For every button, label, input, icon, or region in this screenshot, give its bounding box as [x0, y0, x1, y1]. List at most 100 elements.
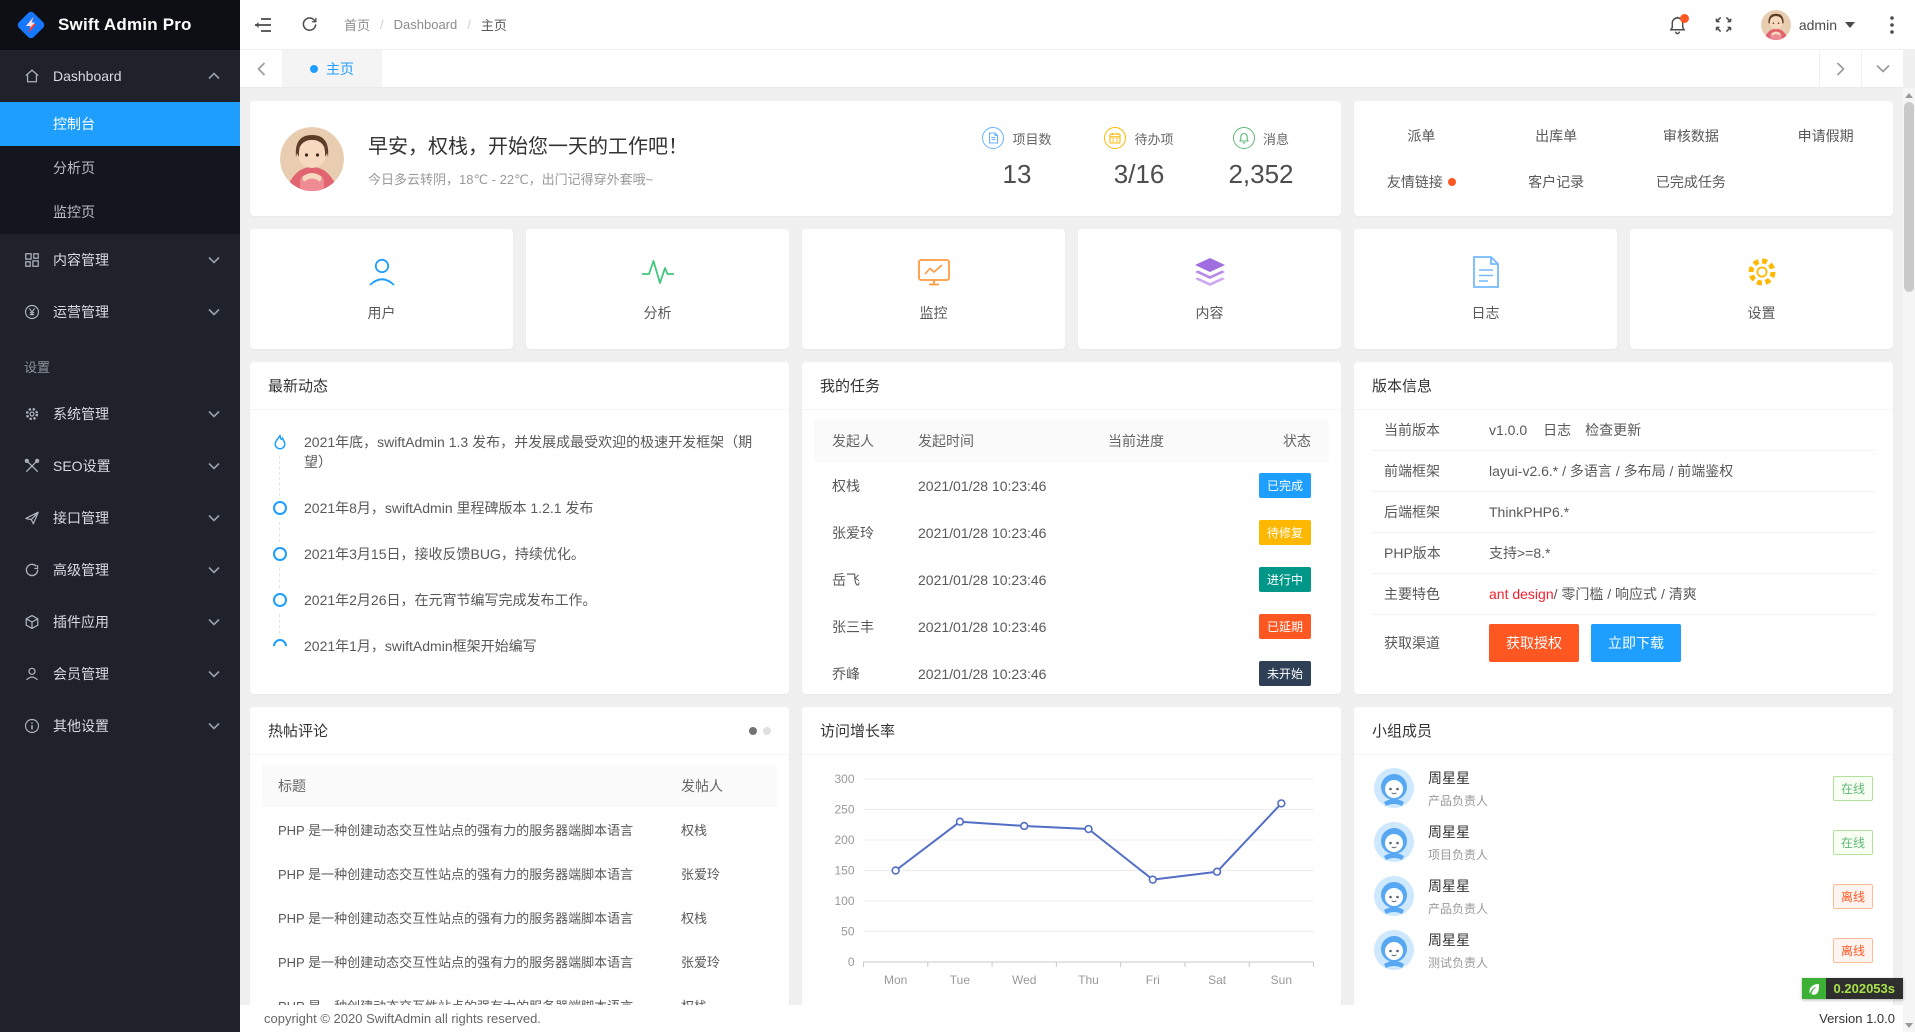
sidebar-item-console[interactable]: 控制台 — [0, 102, 240, 146]
shortcut-users[interactable]: 用户 — [250, 229, 513, 349]
download-now-button[interactable]: 立即下载 — [1591, 624, 1681, 662]
timeline-text: 2021年3月15日，接收反馈BUG，持续优化。 — [304, 544, 585, 564]
scrollbar-down-arrow[interactable] — [1903, 1018, 1915, 1032]
sidebar-item-analysis[interactable]: 分析页 — [0, 146, 240, 190]
card-title: 我的任务 — [820, 375, 880, 396]
sidebar-item-label: 监控页 — [53, 202, 95, 222]
quicklink-leave[interactable]: 申请假期 — [1758, 126, 1893, 146]
carousel-dot-active[interactable] — [749, 727, 757, 735]
quicklink-customers[interactable]: 客户记录 — [1489, 172, 1624, 192]
timeline-text: 2021年1月，swiftAdmin框架开始编写 — [304, 636, 537, 656]
timeline-text: 2021年2月26日，在元宵节编写完成发布工作。 — [304, 590, 597, 610]
sidebar-item-system-mgmt[interactable]: 系统管理 — [0, 388, 240, 440]
member-row: 周星星产品负责人 在线 — [1354, 761, 1893, 815]
quicklink-audit[interactable]: 审核数据 — [1624, 126, 1759, 146]
quicklink-outbound[interactable]: 出库单 — [1489, 126, 1624, 146]
fullscreen-button[interactable] — [1701, 0, 1747, 50]
task-owner: 乔峰 — [832, 664, 918, 684]
copyright-text: copyright © 2020 SwiftAdmin all rights r… — [264, 1011, 541, 1026]
sidebar-item-api-mgmt[interactable]: 接口管理 — [0, 492, 240, 544]
member-avatar — [1374, 822, 1414, 862]
member-row: 周星星项目负责人 在线 — [1354, 815, 1893, 869]
tabs-scroll-right-button[interactable] — [1819, 50, 1861, 87]
check-update-link[interactable]: 检查更新 — [1585, 420, 1641, 440]
caret-down-icon — [1845, 22, 1855, 28]
breadcrumb-current[interactable]: 主页 — [481, 15, 507, 34]
pulse-icon — [640, 255, 676, 289]
column-header: 发起人 — [832, 431, 918, 451]
tab-home[interactable]: 主页 — [282, 50, 382, 87]
tabs-menu-button[interactable] — [1861, 50, 1903, 87]
row-middle: 最新动态 2021年底，swiftAdmin 1.3 发布，并发展成最受欢迎的极… — [250, 362, 1893, 694]
scrollbar-thumb[interactable] — [1904, 102, 1914, 292]
notifications-button[interactable] — [1655, 0, 1701, 50]
comment-title[interactable]: PHP 是一种创建动态交互性站点的强有力的服务器端脚本语言 — [278, 908, 681, 927]
carousel-dot[interactable] — [763, 727, 771, 735]
shortcut-content[interactable]: 内容 — [1078, 229, 1341, 349]
more-menu-button[interactable] — [1869, 0, 1915, 50]
refresh-button[interactable] — [286, 0, 332, 50]
get-license-button[interactable]: 获取授权 — [1489, 624, 1579, 662]
task-row: 乔峰 2021/01/28 10:23:46 未开始 — [814, 650, 1329, 694]
quicklink-dispatch[interactable]: 派单 — [1354, 126, 1489, 146]
breadcrumb-home[interactable]: 首页 — [344, 15, 370, 34]
quicklink-done-tasks[interactable]: 已完成任务 — [1624, 172, 1759, 192]
shortcut-monitor[interactable]: 监控 — [802, 229, 1065, 349]
footer: copyright © 2020 SwiftAdmin all rights r… — [240, 1005, 1915, 1032]
sidebar-item-seo-settings[interactable]: SEO设置 — [0, 440, 240, 492]
collapse-sidebar-button[interactable] — [240, 0, 286, 50]
trace-badge[interactable]: 0.202053s — [1802, 978, 1903, 999]
comment-title[interactable]: PHP 是一种创建动态交互性站点的强有力的服务器端脚本语言 — [278, 820, 681, 839]
quicklink-friend-links[interactable]: 友情链接 — [1354, 172, 1489, 192]
version-label: 当前版本 — [1384, 420, 1489, 440]
shortcut-settings[interactable]: 设置 — [1630, 229, 1893, 349]
page-scrollbar[interactable] — [1903, 88, 1915, 1032]
scrollbar-up-arrow[interactable] — [1903, 88, 1915, 102]
chevron-down-icon — [208, 308, 220, 316]
comment-title[interactable]: PHP 是一种创建动态交互性站点的强有力的服务器端脚本语言 — [278, 864, 681, 883]
sidebar-item-dashboard[interactable]: Dashboard — [0, 50, 240, 102]
grid-icon — [24, 252, 40, 268]
main-content: 早安，权栈，开始您一天的工作吧！ 今日多云转阴，18℃ - 22℃，出门记得穿外… — [240, 88, 1903, 1005]
sidebar-item-monitor[interactable]: 监控页 — [0, 190, 240, 234]
user-menu[interactable]: admin — [1747, 0, 1869, 50]
comment-row: PHP 是一种创建动态交互性站点的强有力的服务器端脚本语言 权栈 — [262, 983, 777, 1005]
ant-design-link[interactable]: ant design — [1489, 586, 1554, 602]
logo[interactable]: Swift Admin Pro — [0, 0, 240, 50]
tabs-scroll-left-button[interactable] — [240, 50, 282, 87]
svg-text:Tue: Tue — [950, 973, 971, 987]
member-avatar — [1374, 876, 1414, 916]
shortcut-logs[interactable]: 日志 — [1354, 229, 1617, 349]
tab-label: 主页 — [326, 59, 354, 79]
welcome-title: 早安，权栈，开始您一天的工作吧！ — [368, 130, 688, 159]
sidebar-item-members-mgmt[interactable]: 会员管理 — [0, 648, 240, 700]
comment-row: PHP 是一种创建动态交互性站点的强有力的服务器端脚本语言 权栈 — [262, 895, 777, 939]
sidebar-item-content-mgmt[interactable]: 内容管理 — [0, 234, 240, 286]
send-icon — [24, 510, 40, 526]
chevron-down-icon — [208, 410, 220, 418]
table-header: 发起人 发起时间 当前进度 状态 — [814, 420, 1329, 462]
tasks-card: 我的任务 发起人 发起时间 当前进度 状态 权栈 2021/01/28 10:2… — [802, 362, 1341, 694]
comment-title[interactable]: PHP 是一种创建动态交互性站点的强有力的服务器端脚本语言 — [278, 952, 681, 971]
svg-text:150: 150 — [834, 864, 854, 878]
column-header: 发帖人 — [681, 776, 761, 796]
stat-value: 13 — [969, 159, 1065, 190]
shortcut-analysis[interactable]: 分析 — [526, 229, 789, 349]
svg-text:200: 200 — [834, 833, 854, 847]
sidebar-item-advanced-mgmt[interactable]: 高级管理 — [0, 544, 240, 596]
member-role: 产品负责人 — [1428, 792, 1488, 809]
task-time: 2021/01/28 10:23:46 — [918, 572, 1108, 588]
status-badge: 未开始 — [1259, 661, 1311, 686]
breadcrumb-dashboard[interactable]: Dashboard — [394, 17, 458, 32]
timeline-text: 2021年8月，swiftAdmin 里程碑版本 1.2.1 发布 — [304, 498, 593, 518]
svg-text:0: 0 — [848, 955, 855, 969]
task-owner: 权栈 — [832, 476, 918, 496]
comment-title[interactable]: PHP 是一种创建动态交互性站点的强有力的服务器端脚本语言 — [278, 996, 681, 1006]
chevron-right-icon — [1836, 62, 1845, 76]
changelog-link[interactable]: 日志 — [1543, 420, 1571, 440]
member-name: 周星星 — [1428, 876, 1488, 896]
sidebar-item-plugins[interactable]: 插件应用 — [0, 596, 240, 648]
sidebar-item-label: 内容管理 — [53, 250, 208, 270]
sidebar-item-other-settings[interactable]: 其他设置 — [0, 700, 240, 752]
sidebar-item-operation-mgmt[interactable]: 运营管理 — [0, 286, 240, 338]
